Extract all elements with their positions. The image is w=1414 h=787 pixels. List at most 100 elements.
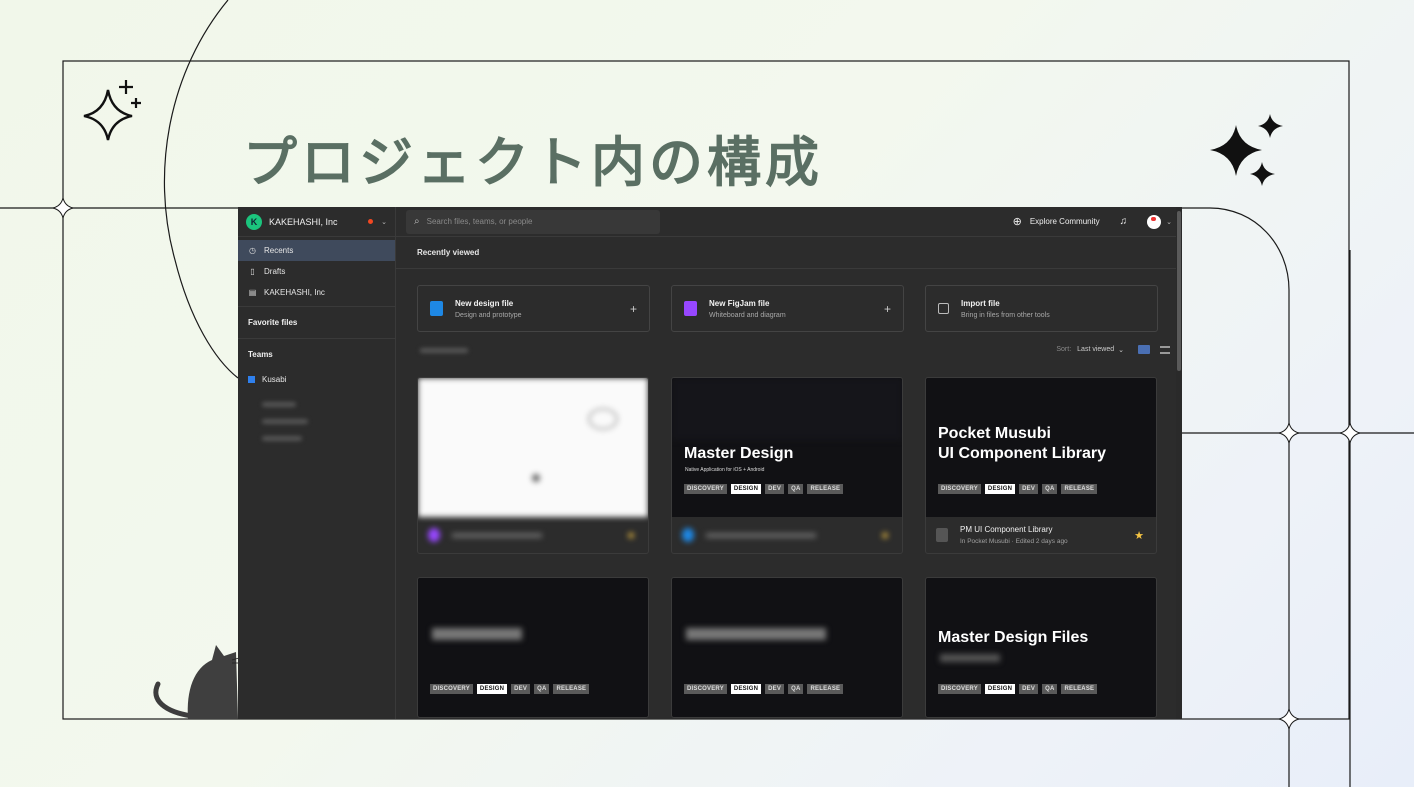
blurred-region [672,378,902,440]
stage-tags: DISCOVERY DESIGN DEV QA RELEASE [430,684,590,694]
topbar-actions: ⊕ Explore Community ♫ ⌄ [1012,214,1172,229]
tag-discovery: DISCOVERY [430,684,473,694]
import-icon [938,303,949,314]
sidebar-item-recents[interactable]: ◷ Recents [238,240,395,261]
search-placeholder: Search files, teams, or people [426,217,533,226]
blurred-project-item[interactable] [262,419,308,424]
file-info: ★ [418,517,648,553]
blurred-filter-label[interactable] [420,348,468,353]
grid-view-icon[interactable] [1138,345,1150,354]
file-info: ★ [672,517,902,553]
list-view-icon[interactable] [1160,345,1170,354]
thumbnail-subtitle: Native Application for iOS + Android [685,467,765,473]
blurred-project-item[interactable] [262,402,296,407]
tag-dev: DEV [765,684,785,694]
sidebar-item-label: Kusabi [262,375,287,384]
figjam-file-icon [684,301,697,316]
team-switcher[interactable]: K KAKEHASHI, Inc ⌄ [238,207,395,237]
tag-design: DESIGN [730,684,762,694]
thumbnail-title: Pocket Musubi UI Component Library [938,425,1107,462]
tag-dev: DEV [1019,684,1039,694]
plus-icon: + [629,301,637,316]
building-icon: ▤ [248,288,257,297]
tag-dev: DEV [765,484,785,494]
sort-dropdown[interactable]: Last viewed [1077,346,1114,353]
design-file-icon [682,528,694,542]
sidebar-item-team-kusabi[interactable]: Kusabi [238,369,395,390]
blurred-title [686,628,826,640]
file-card[interactable]: Master Design Native Application for iOS… [671,377,903,554]
team-color-square [248,376,255,383]
star-icon[interactable]: ★ [1134,529,1144,542]
thumbnail-title: Master Design [684,445,794,462]
action-subtitle: Whiteboard and diagram [709,311,786,319]
file-thumbnail: DISCOVERY DESIGN DEV QA RELEASE [418,578,648,717]
globe-icon: ⊕ [1012,216,1022,228]
bell-icon[interactable]: ♫ [1120,216,1128,227]
sidebar-item-label: Recents [264,246,294,255]
user-avatar[interactable] [1147,214,1162,229]
blurred-project-item[interactable] [262,436,302,441]
team-name: KAKEHASHI, Inc [269,216,338,227]
chevron-down-icon[interactable]: ⌄ [1166,218,1172,226]
file-card[interactable]: Pocket Musubi UI Component Library DISCOV… [925,377,1157,554]
file-name: PM UI Component Library [960,525,1053,534]
new-figjam-file-button[interactable]: New FigJam file Whiteboard and diagram + [671,285,904,332]
stage-tags: DISCOVERY DESIGN DEV QA RELEASE [684,684,844,694]
figjam-file-icon [428,528,440,542]
sort-controls: Sort: Last viewed ⌄ [1056,345,1170,354]
plus-icon: + [883,301,891,316]
tag-discovery: DISCOVERY [684,484,727,494]
page-title: Recently viewed [396,237,1182,269]
main-content: Recently viewed New design file Design a… [396,237,1182,719]
star-icon[interactable]: ★ [626,529,636,542]
favorite-files-heading[interactable]: Favorite files [238,307,395,339]
file-thumbnail: Pocket Musubi UI Component Library DISCOV… [926,378,1156,517]
teams-heading: Teams [248,349,273,359]
tag-release: RELEASE [553,684,590,694]
chevron-down-icon: ⌄ [1118,346,1124,354]
file-card[interactable]: Master Design Files DISCOVERY DESIGN DEV… [925,577,1157,718]
scrollbar-thumb[interactable] [1177,211,1181,371]
slide-title: プロジェクト内の構成 [243,130,823,194]
tag-release: RELEASE [1061,484,1098,494]
tag-discovery: DISCOVERY [938,684,981,694]
design-file-icon [936,528,948,542]
sort-label: Sort: [1056,346,1072,353]
stage-tags: DISCOVERY DESIGN DEV QA RELEASE [938,684,1098,694]
search-input[interactable]: ⌕ Search files, teams, or people [406,209,660,234]
sidebar-item-label: KAKEHASHI, Inc [264,288,325,297]
search-icon: ⌕ [414,216,420,227]
sidebar-nav: ◷ Recents ▯ Drafts ▤ KAKEHASHI, Inc [238,237,395,307]
thumbnail-title: Master Design Files [938,629,1089,646]
scrollbar[interactable] [1176,207,1182,719]
file-card[interactable]: DISCOVERY DESIGN DEV QA RELEASE [417,577,649,718]
sidebar-item-drafts[interactable]: ▯ Drafts [238,261,395,282]
cat-illustration [153,645,247,719]
stage-tags: DISCOVERY DESIGN DEV QA RELEASE [938,484,1098,494]
tag-qa: QA [788,684,804,694]
action-title: Import file [961,298,1000,308]
tag-discovery: DISCOVERY [938,484,981,494]
tag-design: DESIGN [730,484,762,494]
new-design-file-button[interactable]: New design file Design and prototype + [417,285,650,332]
action-subtitle: Design and prototype [455,311,522,319]
star-icon[interactable]: ★ [880,529,890,542]
sidebar-item-organization[interactable]: ▤ KAKEHASHI, Inc [238,282,395,303]
tag-design: DESIGN [984,684,1016,694]
tag-qa: QA [534,684,550,694]
sidebar: K KAKEHASHI, Inc ⌄ ◷ Recents ▯ Drafts ▤ … [238,207,396,719]
tag-dev: DEV [1019,484,1039,494]
chevron-down-icon: ⌄ [381,218,387,226]
explore-community-link[interactable]: Explore Community [1030,217,1100,226]
tag-discovery: DISCOVERY [684,684,727,694]
tag-design: DESIGN [476,684,508,694]
notification-dot [368,219,374,224]
file-card[interactable]: DISCOVERY DESIGN DEV QA RELEASE [671,577,903,718]
import-file-button[interactable]: Import file Bring in files from other to… [925,285,1158,332]
blurred-shape [588,408,618,430]
tag-release: RELEASE [807,484,844,494]
file-info: PM UI Component Library In Pocket Musubi… [926,517,1156,553]
blurred-title [432,628,522,640]
file-card[interactable]: ★ [417,377,649,554]
